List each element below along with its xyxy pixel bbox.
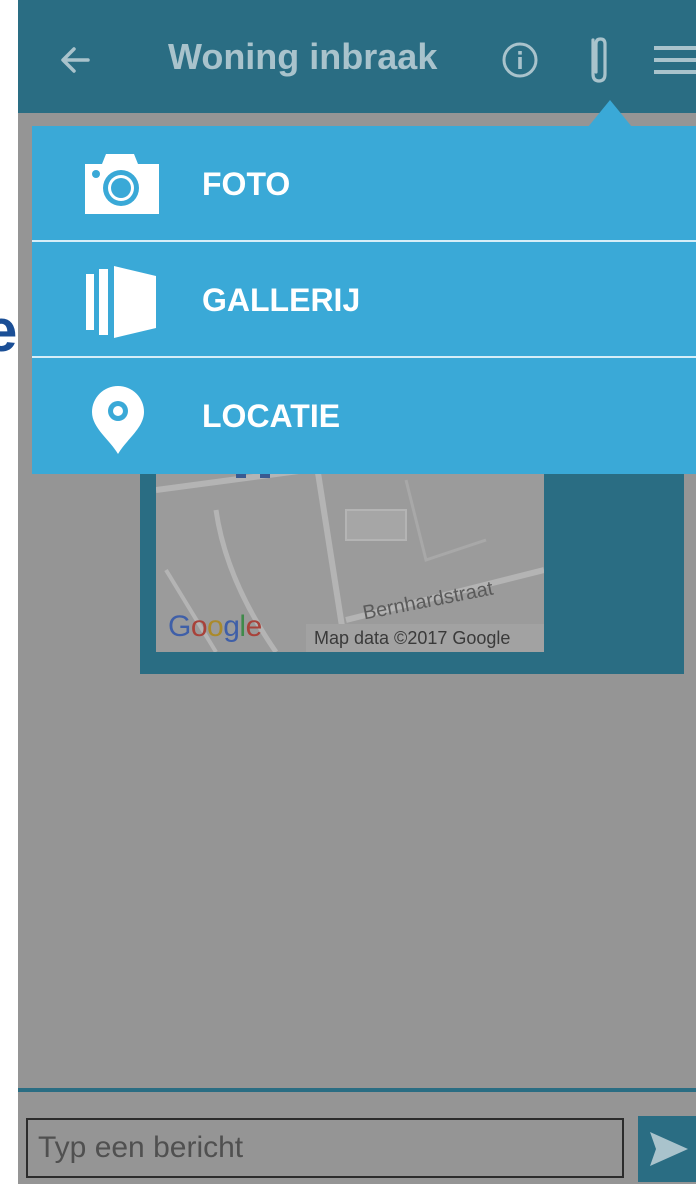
message-input[interactable]: [26, 1118, 624, 1178]
page-title: Woning inbraak: [168, 36, 438, 77]
attach-menu-item-foto[interactable]: FOTO: [32, 126, 696, 242]
send-button[interactable]: [638, 1116, 696, 1182]
edge-glyph: e: [0, 297, 18, 364]
attach-menu-label: GALLERIJ: [202, 282, 361, 318]
google-logo: Google: [168, 610, 262, 643]
map-attribution: Map data ©2017 Google: [306, 624, 544, 652]
gallery-icon: [86, 266, 156, 338]
attach-menu-item-locatie[interactable]: LOCATIE: [32, 358, 696, 474]
message-composer: [18, 1088, 696, 1184]
paperclip-icon[interactable]: [584, 34, 614, 86]
attach-menu-pointer: [588, 100, 632, 127]
location-pin-icon: [92, 386, 144, 454]
arrow-left-icon[interactable]: [54, 38, 98, 82]
send-icon: [650, 1132, 688, 1166]
camera-icon: [85, 154, 159, 214]
chat-screen: Woning inbraak Bernhardstraat Google Map…: [18, 0, 696, 1184]
app-header: Woning inbraak: [18, 0, 696, 113]
attach-menu: FOTO GALLERIJ LOCATIE: [32, 126, 696, 474]
hamburger-menu-icon[interactable]: [654, 44, 696, 76]
left-edge-strip: e: [0, 0, 18, 1184]
attach-menu-label: FOTO: [202, 166, 291, 202]
attach-menu-label: LOCATIE: [202, 398, 341, 434]
info-circle-icon[interactable]: [500, 40, 540, 80]
attach-menu-item-gallerij[interactable]: GALLERIJ: [32, 242, 696, 358]
